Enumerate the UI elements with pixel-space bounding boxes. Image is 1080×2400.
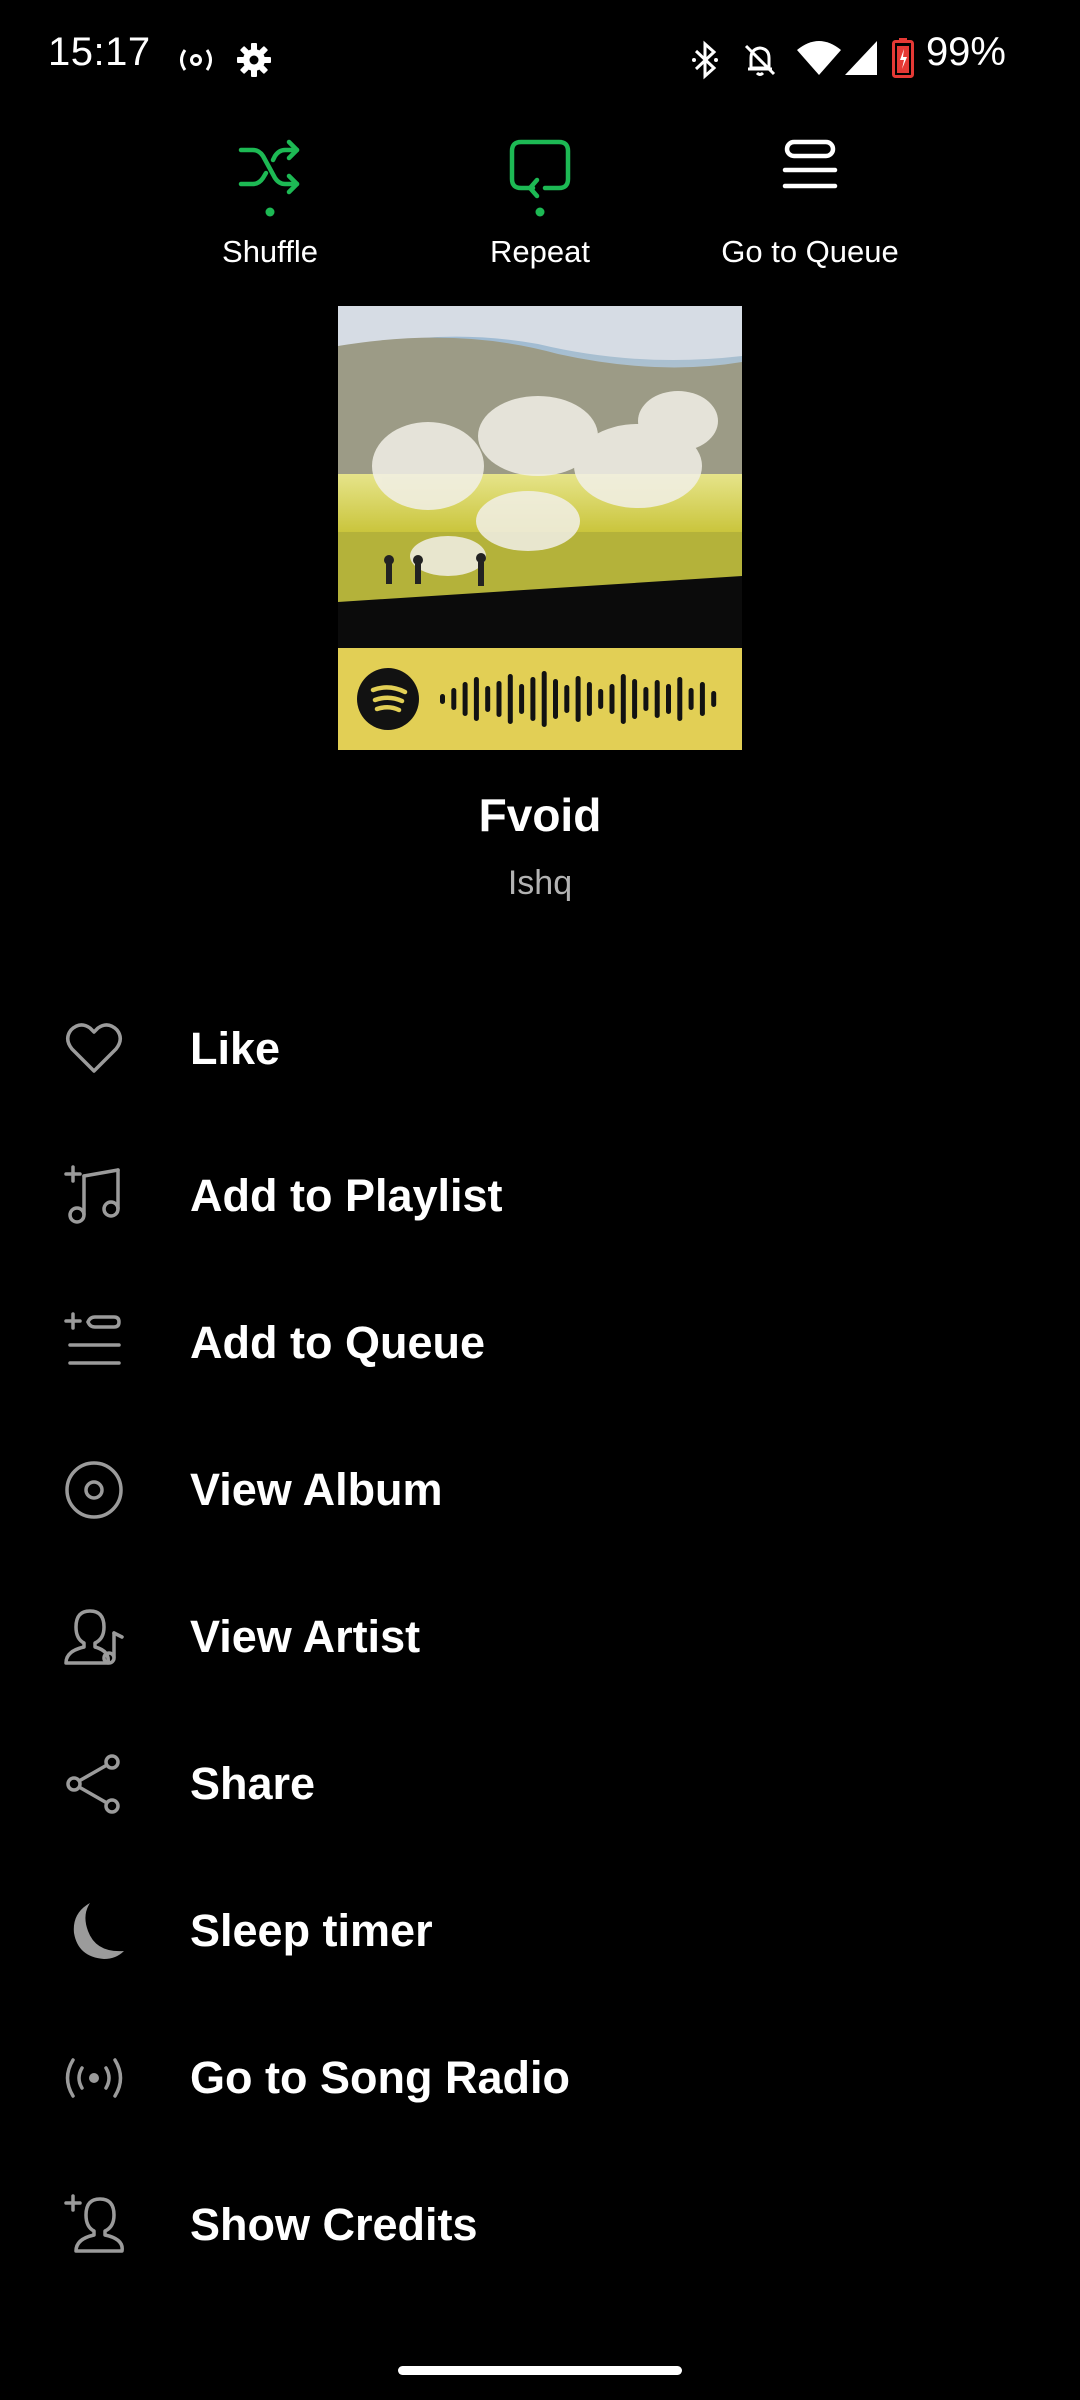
menu-label: Like bbox=[190, 1022, 281, 1074]
menu-item-share[interactable]: Share bbox=[0, 1710, 1080, 1857]
menu-label: Sleep timer bbox=[190, 1904, 433, 1956]
menu-item-view-album[interactable]: View Album bbox=[0, 1416, 1080, 1563]
menu-item-view-artist[interactable]: View Artist bbox=[0, 1563, 1080, 1710]
menu-label: Show Credits bbox=[190, 2198, 478, 2250]
repeat-label: Repeat bbox=[490, 234, 590, 269]
shuffle-icon bbox=[238, 139, 300, 217]
album-cover-image bbox=[338, 306, 742, 648]
context-menu: Like Add to Playlist Add to Queue View A… bbox=[0, 975, 1080, 2298]
home-indicator[interactable] bbox=[398, 2366, 682, 2375]
menu-label: Add to Queue bbox=[190, 1316, 485, 1368]
album-icon bbox=[60, 1456, 128, 1524]
share-icon bbox=[60, 1750, 128, 1818]
queue-label: Go to Queue bbox=[721, 234, 899, 269]
moon-icon bbox=[60, 1897, 128, 1965]
repeat-button[interactable]: Repeat bbox=[410, 130, 670, 270]
add-to-queue-icon bbox=[60, 1309, 128, 1377]
queue-icon bbox=[782, 139, 838, 189]
status-time: 15:17 bbox=[48, 30, 151, 74]
status-bar: 15:17 99% bbox=[0, 0, 1080, 120]
shuffle-label: Shuffle bbox=[222, 234, 318, 269]
menu-label: Add to Playlist bbox=[190, 1169, 503, 1221]
battery-percentage: 99% bbox=[925, 30, 1006, 74]
radio-signal-icon bbox=[176, 44, 216, 76]
go-to-queue-button[interactable]: Go to Queue bbox=[680, 130, 940, 270]
track-artist[interactable]: Ishq bbox=[0, 864, 1080, 903]
track-title[interactable]: Fvoid bbox=[0, 788, 1080, 842]
menu-item-show-credits[interactable]: Show Credits bbox=[0, 2151, 1080, 2298]
menu-item-song-radio[interactable]: Go to Song Radio bbox=[0, 2004, 1080, 2151]
artist-icon bbox=[60, 1603, 128, 1671]
bluetooth-icon bbox=[690, 40, 720, 80]
repeat-icon bbox=[509, 139, 571, 217]
heart-icon bbox=[60, 1015, 128, 1083]
credits-icon bbox=[60, 2191, 128, 2259]
shuffle-button[interactable]: Shuffle bbox=[140, 130, 400, 270]
settings-gear-icon bbox=[236, 42, 272, 78]
cellular-signal-icon bbox=[844, 40, 878, 76]
notifications-off-icon bbox=[740, 40, 780, 80]
menu-label: View Album bbox=[190, 1463, 443, 1515]
spotify-scan-code bbox=[338, 648, 742, 750]
menu-label: Go to Song Radio bbox=[190, 2051, 570, 2103]
wifi-icon bbox=[796, 40, 842, 76]
menu-item-like[interactable]: Like bbox=[0, 975, 1080, 1122]
menu-label: View Artist bbox=[190, 1610, 421, 1662]
menu-item-add-to-playlist[interactable]: Add to Playlist bbox=[0, 1122, 1080, 1269]
menu-label: Share bbox=[190, 1757, 316, 1809]
add-to-playlist-icon bbox=[60, 1162, 128, 1230]
album-artwork bbox=[338, 306, 742, 750]
battery-icon bbox=[892, 38, 914, 78]
menu-item-add-to-queue[interactable]: Add to Queue bbox=[0, 1269, 1080, 1416]
menu-item-sleep-timer[interactable]: Sleep timer bbox=[0, 1857, 1080, 2004]
radio-icon bbox=[60, 2044, 128, 2112]
